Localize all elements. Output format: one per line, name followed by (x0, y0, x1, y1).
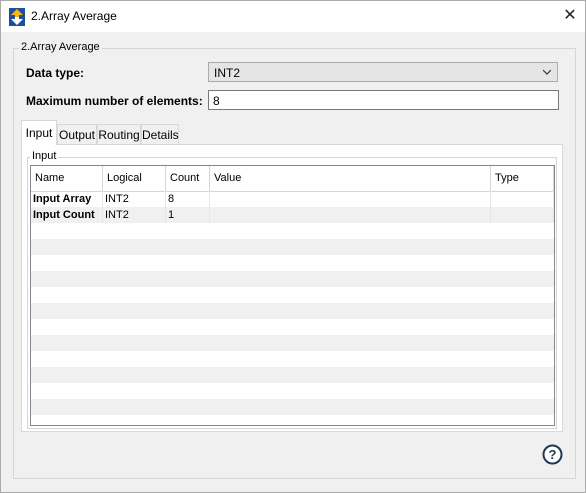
column-header-count[interactable]: Count (166, 166, 210, 191)
data-type-select[interactable]: INT2 (208, 62, 558, 82)
empty-row (31, 223, 554, 239)
table-row[interactable]: Input Array INT2 8 (31, 191, 554, 207)
tab-routing[interactable]: Routing (97, 124, 141, 144)
tab-input[interactable]: Input (21, 120, 57, 145)
empty-row (31, 319, 554, 335)
table-row[interactable]: Input Count INT2 1 (31, 207, 554, 223)
input-group-legend: Input (30, 150, 59, 162)
table-header: Name Logical Count Value Type (31, 166, 554, 192)
max-elements-value: 8 (213, 94, 220, 108)
cell-name: Input Count (31, 207, 103, 223)
column-header-logical[interactable]: Logical (103, 166, 166, 191)
empty-row (31, 367, 554, 383)
max-elements-label: Maximum number of elements: (26, 94, 203, 108)
data-type-label: Data type: (26, 66, 85, 80)
empty-row (31, 335, 554, 351)
empty-row (31, 303, 554, 319)
empty-row (31, 383, 554, 399)
svg-text:?: ? (549, 447, 557, 462)
chevron-down-icon (543, 69, 551, 75)
cell-type[interactable] (491, 207, 554, 223)
group-legend: 2.Array Average (19, 41, 102, 53)
max-elements-field[interactable]: 8 (208, 90, 559, 110)
title-bar: 2.Array Average ✕ (1, 1, 585, 32)
cell-value[interactable] (210, 191, 491, 207)
column-header-value[interactable]: Value (210, 166, 491, 191)
cell-logical: INT2 (103, 191, 166, 207)
cell-count: 1 (166, 207, 210, 223)
tab-details[interactable]: Details (141, 124, 179, 144)
window-title: 2.Array Average (31, 9, 117, 23)
cell-count: 8 (166, 191, 210, 207)
tab-output[interactable]: Output (57, 124, 97, 144)
input-table[interactable]: Name Logical Count Value Type Input Arra… (30, 165, 555, 426)
cell-value[interactable] (210, 207, 491, 223)
empty-row (31, 255, 554, 271)
close-icon[interactable]: ✕ (557, 5, 583, 27)
data-type-value: INT2 (214, 66, 241, 80)
empty-row (31, 239, 554, 255)
empty-row (31, 287, 554, 303)
cell-type[interactable] (491, 191, 554, 207)
cell-name: Input Array (31, 191, 103, 207)
empty-row (31, 351, 554, 367)
app-arrows-icon (9, 8, 25, 26)
empty-row (31, 271, 554, 287)
cell-logical: INT2 (103, 207, 166, 223)
column-header-name[interactable]: Name (31, 166, 103, 191)
help-icon[interactable]: ? (542, 444, 563, 465)
empty-row (31, 415, 554, 425)
column-header-type[interactable]: Type (491, 166, 554, 191)
empty-row (31, 399, 554, 415)
